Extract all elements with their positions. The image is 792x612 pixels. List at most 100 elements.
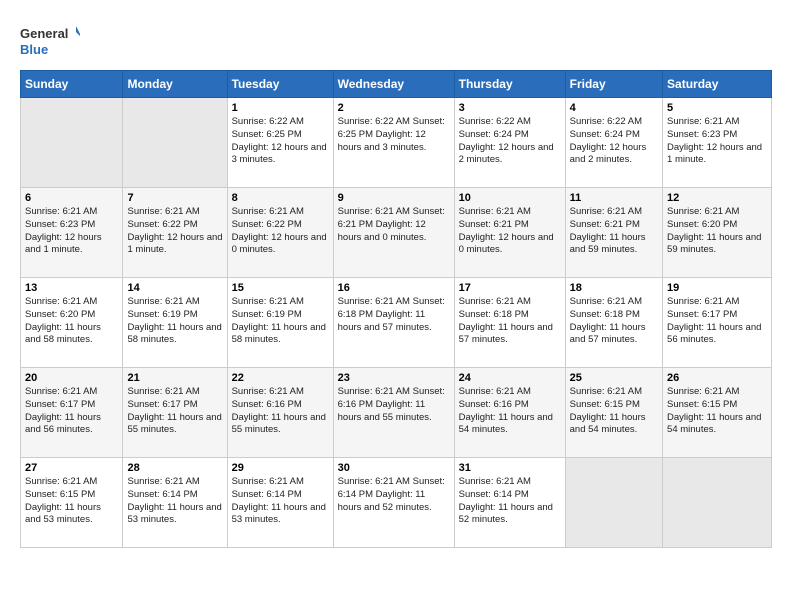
day-info: Sunrise: 6:21 AM Sunset: 6:15 PM Dayligh… [667, 386, 767, 437]
day-number: 23 [338, 372, 450, 384]
day-cell: 11 Sunrise: 6:21 AM Sunset: 6:21 PM Dayli… [565, 188, 662, 278]
day-number: 20 [25, 372, 118, 384]
day-number: 5 [667, 102, 767, 114]
day-cell: 7 Sunrise: 6:21 AM Sunset: 6:22 PM Daylig… [123, 188, 227, 278]
day-number: 22 [232, 372, 329, 384]
day-number: 2 [338, 102, 450, 114]
day-header-tuesday: Tuesday [227, 71, 333, 98]
day-number: 27 [25, 462, 118, 474]
day-cell: 3Sunrise: 6:22 AM Sunset: 6:24 PM Daylig… [454, 98, 565, 188]
svg-text:General: General [20, 26, 68, 41]
week-row-4: 20 Sunrise: 6:21 AM Sunset: 6:17 PM Dayli… [21, 368, 772, 458]
week-row-5: 27 Sunrise: 6:21 AM Sunset: 6:15 PM Dayli… [21, 458, 772, 548]
day-number: 6 [25, 192, 118, 204]
day-cell: 6Sunrise: 6:21 AM Sunset: 6:23 PM Daylig… [21, 188, 123, 278]
day-info: Sunrise: 6:21 AM Sunset: 6:15 PM Dayligh… [570, 386, 658, 437]
day-cell: 28 Sunrise: 6:21 AM Sunset: 6:14 PM Dayli… [123, 458, 227, 548]
day-number: 14 [127, 282, 222, 294]
day-info: Sunrise: 6:21 AM Sunset: 6:19 PM Dayligh… [127, 296, 222, 347]
day-info: Sunrise: 6:21 AM Sunset: 6:20 PM Dayligh… [667, 206, 767, 257]
day-header-monday: Monday [123, 71, 227, 98]
day-info: Sunrise: 6:21 AM Sunset: 6:21 PM Dayligh… [570, 206, 658, 257]
day-info: Sunrise: 6:21 AM Sunset: 6:16 PM Dayligh… [459, 386, 561, 437]
day-cell: 13 Sunrise: 6:21 AM Sunset: 6:20 PM Dayli… [21, 278, 123, 368]
day-number: 13 [25, 282, 118, 294]
day-cell: 25 Sunrise: 6:21 AM Sunset: 6:15 PM Dayli… [565, 368, 662, 458]
day-number: 19 [667, 282, 767, 294]
week-row-1: 1 Sunrise: 6:22 AM Sunset: 6:25 PM Daylig… [21, 98, 772, 188]
day-number: 28 [127, 462, 222, 474]
day-number: 9 [338, 192, 450, 204]
day-number: 15 [232, 282, 329, 294]
day-info: Sunrise: 6:22 AM Sunset: 6:25 PM Dayligh… [338, 116, 450, 154]
day-cell: 21 Sunrise: 6:21 AM Sunset: 6:17 PM Dayli… [123, 368, 227, 458]
day-number: 16 [338, 282, 450, 294]
day-info: Sunrise: 6:21 AM Sunset: 6:22 PM Dayligh… [127, 206, 222, 257]
day-info: Sunrise: 6:21 AM Sunset: 6:14 PM Dayligh… [338, 476, 450, 514]
logo-icon: General Blue [20, 20, 80, 60]
day-cell: 26Sunrise: 6:21 AM Sunset: 6:15 PM Dayli… [663, 368, 772, 458]
day-header-thursday: Thursday [454, 71, 565, 98]
day-cell: 4Sunrise: 6:22 AM Sunset: 6:24 PM Daylig… [565, 98, 662, 188]
day-cell: 5 Sunrise: 6:21 AM Sunset: 6:23 PM Daylig… [663, 98, 772, 188]
day-cell: 15 Sunrise: 6:21 AM Sunset: 6:19 PM Dayli… [227, 278, 333, 368]
day-info: Sunrise: 6:21 AM Sunset: 6:21 PM Dayligh… [338, 206, 450, 244]
day-cell [663, 458, 772, 548]
day-header-wednesday: Wednesday [333, 71, 454, 98]
day-cell: 27 Sunrise: 6:21 AM Sunset: 6:15 PM Dayli… [21, 458, 123, 548]
day-cell: 31Sunrise: 6:21 AM Sunset: 6:14 PM Dayli… [454, 458, 565, 548]
header: General Blue [20, 20, 772, 60]
day-number: 30 [338, 462, 450, 474]
day-cell: 16 Sunrise: 6:21 AM Sunset: 6:18 PM Dayli… [333, 278, 454, 368]
day-number: 31 [459, 462, 561, 474]
day-cell: 22 Sunrise: 6:21 AM Sunset: 6:16 PM Dayli… [227, 368, 333, 458]
day-info: Sunrise: 6:21 AM Sunset: 6:18 PM Dayligh… [459, 296, 561, 347]
day-header-saturday: Saturday [663, 71, 772, 98]
day-cell: 9 Sunrise: 6:21 AM Sunset: 6:21 PM Daylig… [333, 188, 454, 278]
day-info: Sunrise: 6:21 AM Sunset: 6:21 PM Dayligh… [459, 206, 561, 257]
day-number: 25 [570, 372, 658, 384]
day-cell: 14 Sunrise: 6:21 AM Sunset: 6:19 PM Dayli… [123, 278, 227, 368]
day-number: 12 [667, 192, 767, 204]
day-info: Sunrise: 6:21 AM Sunset: 6:17 PM Dayligh… [127, 386, 222, 437]
day-cell: 17 Sunrise: 6:21 AM Sunset: 6:18 PM Dayli… [454, 278, 565, 368]
day-info: Sunrise: 6:21 AM Sunset: 6:18 PM Dayligh… [338, 296, 450, 334]
day-number: 18 [570, 282, 658, 294]
day-number: 7 [127, 192, 222, 204]
day-info: Sunrise: 6:21 AM Sunset: 6:14 PM Dayligh… [232, 476, 329, 527]
day-info: Sunrise: 6:21 AM Sunset: 6:19 PM Dayligh… [232, 296, 329, 347]
day-info: Sunrise: 6:21 AM Sunset: 6:23 PM Dayligh… [667, 116, 767, 167]
day-info: Sunrise: 6:21 AM Sunset: 6:22 PM Dayligh… [232, 206, 329, 257]
day-cell: 24 Sunrise: 6:21 AM Sunset: 6:16 PM Dayli… [454, 368, 565, 458]
day-cell: 19Sunrise: 6:21 AM Sunset: 6:17 PM Dayli… [663, 278, 772, 368]
day-header-friday: Friday [565, 71, 662, 98]
day-cell: 1Sunrise: 6:22 AM Sunset: 6:25 PM Daylig… [227, 98, 333, 188]
day-cell [123, 98, 227, 188]
day-cell: 18 Sunrise: 6:21 AM Sunset: 6:18 PM Dayli… [565, 278, 662, 368]
day-info: Sunrise: 6:21 AM Sunset: 6:18 PM Dayligh… [570, 296, 658, 347]
day-cell: 8Sunrise: 6:21 AM Sunset: 6:22 PM Daylig… [227, 188, 333, 278]
day-info: Sunrise: 6:21 AM Sunset: 6:17 PM Dayligh… [25, 386, 118, 437]
day-number: 17 [459, 282, 561, 294]
day-number: 24 [459, 372, 561, 384]
day-cell [21, 98, 123, 188]
day-number: 29 [232, 462, 329, 474]
day-info: Sunrise: 6:21 AM Sunset: 6:15 PM Dayligh… [25, 476, 118, 527]
logo: General Blue [20, 20, 80, 60]
svg-text:Blue: Blue [20, 42, 48, 57]
calendar-header-row: SundayMondayTuesdayWednesdayThursdayFrid… [21, 71, 772, 98]
day-info: Sunrise: 6:21 AM Sunset: 6:16 PM Dayligh… [232, 386, 329, 437]
day-cell: 30 Sunrise: 6:21 AM Sunset: 6:14 PM Dayli… [333, 458, 454, 548]
week-row-2: 6Sunrise: 6:21 AM Sunset: 6:23 PM Daylig… [21, 188, 772, 278]
day-info: Sunrise: 6:21 AM Sunset: 6:16 PM Dayligh… [338, 386, 450, 424]
day-cell: 12 Sunrise: 6:21 AM Sunset: 6:20 PM Dayli… [663, 188, 772, 278]
day-info: Sunrise: 6:21 AM Sunset: 6:20 PM Dayligh… [25, 296, 118, 347]
day-number: 1 [232, 102, 329, 114]
day-number: 21 [127, 372, 222, 384]
day-number: 3 [459, 102, 561, 114]
day-info: Sunrise: 6:22 AM Sunset: 6:24 PM Dayligh… [570, 116, 658, 167]
day-number: 10 [459, 192, 561, 204]
day-info: Sunrise: 6:21 AM Sunset: 6:14 PM Dayligh… [127, 476, 222, 527]
day-cell [565, 458, 662, 548]
day-number: 11 [570, 192, 658, 204]
